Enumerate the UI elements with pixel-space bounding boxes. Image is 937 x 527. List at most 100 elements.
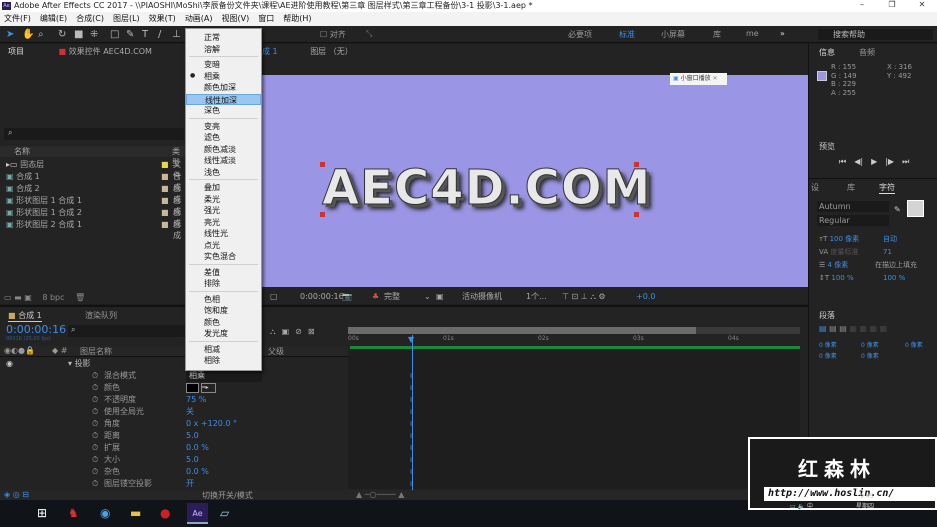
property-value[interactable]: 0.0 % bbox=[186, 442, 209, 454]
blend-mode-option[interactable]: 相除 bbox=[186, 355, 261, 366]
tab-library[interactable]: 库 bbox=[847, 182, 855, 193]
tab-info[interactable]: 信息 bbox=[819, 47, 835, 58]
minimize-button[interactable]: – bbox=[847, 0, 877, 12]
help-search-input[interactable]: 搜索帮助 bbox=[818, 29, 933, 40]
property-value[interactable]: 5.0 bbox=[186, 430, 199, 442]
property-value[interactable]: 75 % bbox=[186, 394, 206, 406]
menu-layer[interactable]: 图层(L) bbox=[113, 12, 140, 26]
horizontal-scale-value[interactable]: 100 % bbox=[883, 272, 905, 285]
footer-icons[interactable]: ◈ ◎ ⊟ bbox=[4, 490, 29, 499]
timeline-search-input[interactable]: ⌕ bbox=[68, 325, 186, 337]
stopwatch-icon[interactable]: ⏱ bbox=[92, 418, 98, 430]
menu-animation[interactable]: 动画(A) bbox=[185, 12, 213, 26]
tab-audio[interactable]: 音频 bbox=[859, 47, 875, 58]
col-parent[interactable]: 父级 bbox=[268, 346, 284, 357]
stamp-tool-icon[interactable]: ⊥ bbox=[172, 29, 181, 40]
tab-render-queue[interactable]: 渲染队列 bbox=[85, 310, 117, 321]
menu-edit[interactable]: 编辑(E) bbox=[40, 12, 67, 26]
menu-window[interactable]: 窗口 bbox=[258, 12, 274, 26]
last-frame-button[interactable]: ⏭ bbox=[902, 157, 909, 167]
menu-file[interactable]: 文件(F) bbox=[4, 12, 31, 26]
interpret-footage-icon[interactable]: ▭ bbox=[4, 293, 12, 302]
col-layer-name[interactable]: 图层名称 bbox=[80, 346, 112, 357]
workspace-me[interactable]: me bbox=[746, 29, 759, 38]
play-button[interactable]: ▶ bbox=[871, 157, 877, 167]
label-color-swatch[interactable]: ■ bbox=[161, 207, 169, 218]
first-frame-button[interactable]: ⏮ bbox=[839, 157, 846, 167]
mini-window-popup[interactable]: ▣ 小窗口播放 ✕ bbox=[670, 73, 727, 85]
more-workspaces-icon[interactable]: » bbox=[780, 29, 785, 38]
blend-mode-select[interactable]: 相乘 bbox=[186, 370, 262, 382]
blend-mode-option[interactable]: 线性光 bbox=[186, 228, 261, 239]
menu-composition[interactable]: 合成(C) bbox=[76, 12, 104, 26]
project-item[interactable]: ▣ 形状图层 1 合成 2 ■ 合成 bbox=[6, 207, 186, 228]
after-effects-taskbar-button[interactable]: Ae bbox=[187, 503, 208, 524]
stopwatch-icon[interactable]: ⏱ bbox=[92, 394, 98, 406]
blend-mode-option[interactable]: 线性减淡 bbox=[186, 155, 261, 166]
region-icon[interactable]: ▢ bbox=[270, 290, 278, 304]
transform-handle[interactable] bbox=[634, 212, 639, 217]
transparency-grid-icon[interactable]: ▣ bbox=[436, 290, 444, 304]
snap-checkbox[interactable]: ☐ 对齐 bbox=[320, 29, 346, 40]
blend-mode-option[interactable]: 饱和度 bbox=[186, 305, 261, 316]
property-value[interactable]: 关 bbox=[186, 406, 194, 418]
type-tool-icon[interactable]: T bbox=[142, 29, 148, 40]
browser-icon[interactable]: ◉ bbox=[100, 506, 110, 520]
project-item[interactable]: ▣ 形状图层 2 合成 1 ■ 合成 bbox=[6, 219, 186, 240]
project-item[interactable]: ▸▭ 固态层 ■ 文件 bbox=[6, 159, 186, 180]
snap-options-icon[interactable]: ⤡ bbox=[366, 29, 372, 39]
tab-composition[interactable]: 成 1 bbox=[262, 47, 278, 56]
stopwatch-icon[interactable]: ⏱ bbox=[92, 442, 98, 454]
leading-value[interactable]: 自动 bbox=[883, 233, 897, 246]
label-color-swatch[interactable]: ■ bbox=[161, 159, 169, 170]
timeline-switch-icons[interactable]: ⛬▣⊘⊠ bbox=[270, 327, 321, 337]
blend-mode-option[interactable]: 深色 bbox=[186, 105, 261, 116]
blend-mode-option[interactable]: 颜色加深 bbox=[186, 82, 261, 93]
project-search-input[interactable]: ⌕ bbox=[4, 128, 184, 140]
blend-mode-option[interactable]: 线性加深 bbox=[186, 93, 261, 105]
blend-mode-option[interactable]: 颜色 bbox=[186, 317, 261, 328]
resolution-chevron-icon[interactable]: ⌄ bbox=[424, 290, 431, 304]
app-icon[interactable]: ♞ bbox=[68, 506, 79, 520]
property-value[interactable]: 0 x +120.0 ° bbox=[186, 418, 237, 430]
transform-handle[interactable] bbox=[320, 212, 325, 217]
layer-duration-bar[interactable] bbox=[350, 346, 800, 349]
label-color-swatch[interactable]: ■ bbox=[161, 171, 169, 182]
project-item[interactable]: ▣ 合成 2 ■ 合成 bbox=[6, 183, 186, 204]
pen-tool-icon[interactable]: ✎ bbox=[126, 29, 134, 40]
channel-icon[interactable]: ♣ bbox=[372, 290, 379, 304]
blend-mode-option[interactable]: 亮光 bbox=[186, 217, 261, 228]
blend-mode-option[interactable]: 强光 bbox=[186, 205, 261, 216]
view-options-icons[interactable]: ⊤ ⊡ ⊥ ⛬ ⚙ bbox=[562, 290, 606, 304]
blend-mode-option[interactable]: 颜色减淡 bbox=[186, 144, 261, 155]
stopwatch-icon[interactable]: ⏱ bbox=[92, 370, 98, 382]
font-style-select[interactable]: Regular bbox=[817, 215, 889, 226]
project-item[interactable]: ▣ 形状图层 1 合成 1 ■ 合成 bbox=[6, 195, 186, 216]
stroke-width-value[interactable]: 4 像素 bbox=[828, 261, 849, 269]
property-value[interactable]: 开 bbox=[186, 478, 194, 490]
work-area-bar[interactable] bbox=[348, 327, 800, 334]
av-switch-icons[interactable]: ◉◐●🔒 bbox=[4, 346, 35, 355]
tab-project[interactable]: 项目 bbox=[8, 47, 24, 56]
blend-mode-option[interactable]: 叠加 bbox=[186, 182, 261, 193]
close-popup-icon[interactable]: ✕ bbox=[713, 75, 718, 82]
folder-icon[interactable]: ▬ bbox=[130, 506, 141, 520]
viewer-timecode[interactable]: 0:00:00:16 bbox=[300, 290, 344, 304]
tray-icons[interactable]: ▭ 🔈 bbox=[790, 503, 805, 510]
blend-mode-option[interactable]: 溶解 bbox=[186, 44, 261, 55]
workspace-small-screen[interactable]: 小屏幕 bbox=[661, 29, 685, 40]
blend-mode-option[interactable]: 色相 bbox=[186, 294, 261, 305]
stopwatch-icon[interactable]: ⏱ bbox=[92, 454, 98, 466]
next-frame-button[interactable]: |▶ bbox=[885, 157, 894, 167]
stopwatch-icon[interactable]: ⏱ bbox=[92, 406, 98, 418]
indent-left[interactable]: 0 像素 bbox=[819, 342, 837, 349]
blend-mode-option[interactable]: 发光度 bbox=[186, 328, 261, 339]
zoom-tool-icon[interactable]: ⌕ bbox=[38, 29, 44, 40]
ime-indicator[interactable]: 中 bbox=[807, 503, 813, 510]
blend-mode-option[interactable]: 变亮 bbox=[186, 121, 261, 132]
hand-tool-icon[interactable]: ✋ bbox=[22, 29, 34, 40]
vertical-scale-value[interactable]: 100 % bbox=[831, 274, 853, 282]
shadow-color-swatch[interactable] bbox=[186, 383, 199, 393]
fill-color-swatch[interactable] bbox=[907, 200, 924, 217]
blend-mode-option[interactable]: 差值 bbox=[186, 267, 261, 278]
